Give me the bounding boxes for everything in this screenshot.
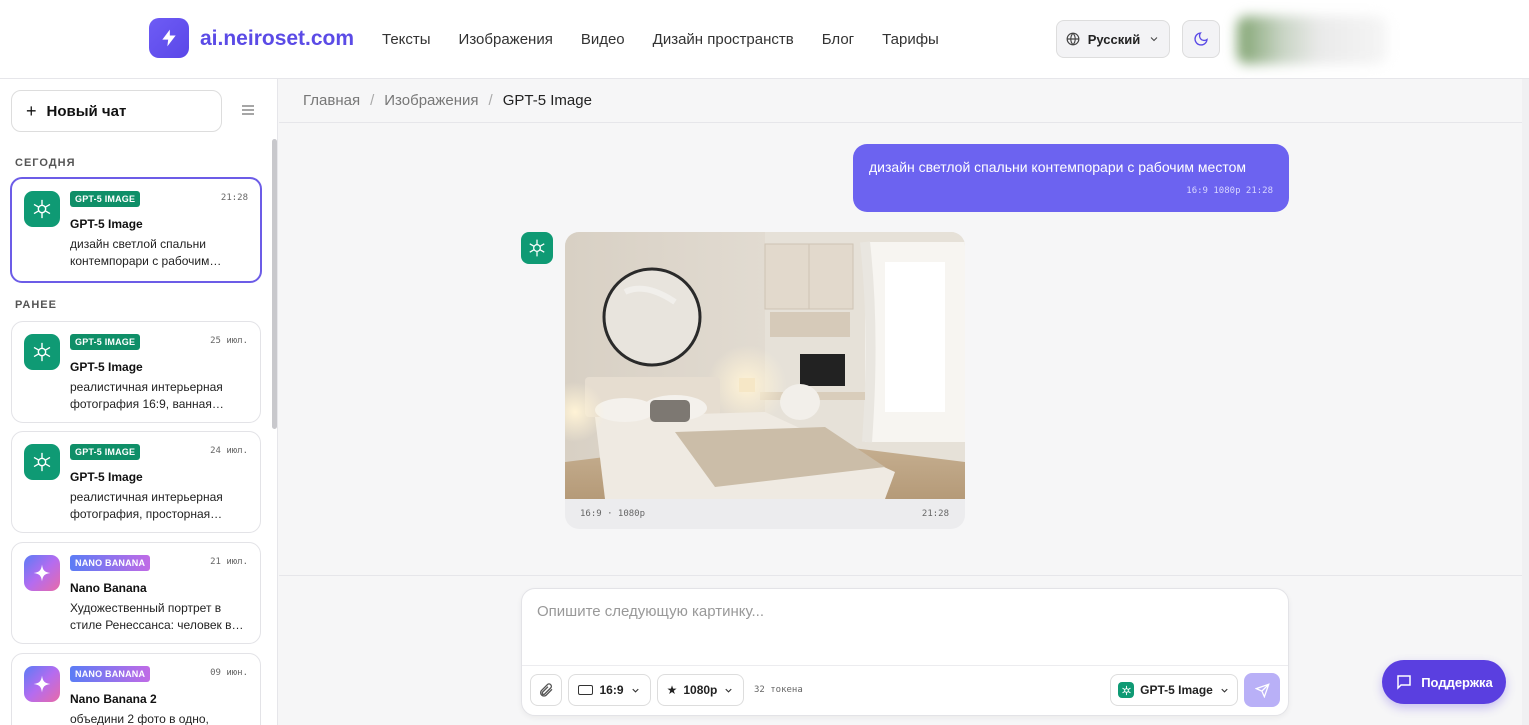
moon-icon: [1194, 32, 1208, 46]
user-message-text: дизайн светлой спальни контемпорари с ра…: [869, 159, 1247, 175]
nav-space-design[interactable]: Дизайн пространств: [653, 31, 794, 48]
breadcrumb: Главная / Изображения / GPT-5 Image: [279, 79, 1529, 123]
model-badge: NANO BANANA: [70, 666, 151, 682]
chat-time: 25 июл.: [210, 336, 248, 346]
generated-bedroom-image[interactable]: [565, 232, 965, 499]
nav-texts[interactable]: Тексты: [382, 31, 431, 48]
top-header: ai.neiroset.com Тексты Изображения Видео…: [0, 0, 1529, 79]
openai-icon: [24, 444, 60, 480]
composer-divider: [522, 665, 1288, 666]
send-button[interactable]: [1244, 673, 1280, 707]
chat-sidebar: + Новый чат СЕГОДНЯ GPT-5 IMAGE 21:28 GP…: [0, 79, 278, 725]
image-time: 21:28: [921, 509, 949, 519]
nav-images[interactable]: Изображения: [459, 31, 553, 48]
aspect-ratio-value: 16:9: [599, 683, 624, 697]
support-label: Поддержка: [1421, 674, 1493, 690]
support-button[interactable]: Поддержка: [1382, 660, 1506, 704]
chevron-down-icon: [1221, 688, 1228, 693]
attach-button[interactable]: [530, 674, 562, 706]
logo-bolt-icon[interactable]: [149, 18, 189, 58]
chevron-down-icon: [1150, 37, 1158, 42]
prompt-input[interactable]: [537, 603, 1267, 620]
main-nav: Тексты Изображения Видео Дизайн простран…: [382, 31, 939, 48]
breadcrumb-separator: /: [488, 92, 493, 109]
message-composer: 16:9 ★ 1080p 32 токена GPT-5 Image: [521, 588, 1289, 716]
new-chat-label: Новый чат: [46, 102, 127, 120]
logo-text[interactable]: ai.neiroset.com: [200, 27, 354, 51]
model-badge: GPT-5 IMAGE: [70, 334, 141, 350]
main-scrollbar[interactable]: [1522, 79, 1529, 725]
chat-item[interactable]: NANO BANANA 09 июн. Nano Banana 2 объеди…: [11, 653, 261, 725]
breadcrumb-home[interactable]: Главная: [303, 92, 360, 109]
nav-blog[interactable]: Блог: [822, 31, 854, 48]
nav-pricing[interactable]: Тарифы: [882, 31, 939, 48]
new-chat-button[interactable]: + Новый чат: [11, 90, 222, 132]
user-message-meta: 16:9 1080p 21:28: [1186, 186, 1273, 196]
chevron-down-icon: [725, 688, 733, 693]
model-select[interactable]: GPT-5 Image: [1110, 674, 1238, 706]
chat-model: GPT-5 Image: [70, 360, 143, 374]
chat-bubble-icon: [1397, 675, 1411, 690]
chat-item[interactable]: NANO BANANA 21 июл. Nano Banana Художест…: [11, 542, 261, 644]
globe-icon: [1066, 32, 1080, 46]
breadcrumb-section[interactable]: Изображения: [384, 92, 478, 109]
openai-icon: [24, 191, 60, 227]
plus-icon: +: [26, 100, 37, 121]
openai-icon: [1118, 682, 1135, 698]
star-icon: ★: [666, 683, 678, 697]
section-earlier-label: РАНЕЕ: [15, 299, 57, 311]
chat-preview: реалистичная интерьерная фотография 16:9…: [70, 380, 223, 411]
breadcrumb-current: GPT-5 Image: [502, 92, 592, 109]
send-icon: [1254, 682, 1270, 698]
chat-preview: объедини 2 фото в одно, сохранив детали: [70, 712, 209, 725]
token-count: 32 токена: [754, 685, 803, 695]
theme-toggle-button[interactable]: [1182, 20, 1220, 58]
chat-time: 09 июн.: [210, 668, 248, 678]
chat-preview: дизайн светлой спальни контемпорари с ра…: [70, 237, 210, 268]
model-badge: GPT-5 IMAGE: [70, 444, 141, 460]
sparkle-icon: [24, 555, 60, 591]
model-badge: NANO BANANA: [70, 555, 151, 571]
menu-icon[interactable]: [240, 103, 256, 117]
chat-time: 21 июл.: [210, 557, 248, 567]
chat-time: 24 июл.: [210, 446, 248, 456]
chat-model: Nano Banana 2: [70, 692, 157, 706]
sparkle-icon: [24, 666, 60, 702]
sidebar-scrollbar[interactable]: [272, 139, 277, 429]
user-profile-blurred[interactable]: [1237, 16, 1387, 64]
chat-model: GPT-5 Image: [70, 470, 143, 484]
section-today-label: СЕГОДНЯ: [15, 157, 76, 169]
aspect-ratio-select[interactable]: 16:9: [568, 674, 651, 706]
openai-icon: [521, 232, 553, 264]
chat-item[interactable]: GPT-5 IMAGE 24 июл. GPT-5 Image реалисти…: [11, 431, 261, 533]
chat-preview: Художественный портрет в стиле Ренессанс…: [70, 601, 232, 632]
chat-model: Nano Banana: [70, 581, 147, 595]
chat-item[interactable]: GPT-5 IMAGE 25 июл. GPT-5 Image реалисти…: [11, 321, 261, 423]
generated-image-card: 16:9 · 1080p 21:28: [565, 232, 965, 529]
quality-select[interactable]: ★ 1080p: [657, 674, 744, 706]
breadcrumb-separator: /: [370, 92, 375, 109]
model-value: GPT-5 Image: [1140, 683, 1213, 697]
image-meta: 16:9 · 1080p: [580, 509, 646, 519]
nav-video[interactable]: Видео: [581, 31, 625, 48]
chat-time: 21:28: [220, 193, 248, 203]
chat-preview: реалистичная интерьерная фотография, про…: [70, 490, 223, 521]
chat-item[interactable]: GPT-5 IMAGE 21:28 GPT-5 Image дизайн све…: [10, 177, 262, 283]
paperclip-icon: [540, 683, 553, 697]
quality-value: 1080p: [683, 683, 718, 697]
chat-model: GPT-5 Image: [70, 217, 143, 231]
user-message-bubble: дизайн светлой спальни контемпорари с ра…: [853, 144, 1289, 212]
chevron-down-icon: [631, 688, 639, 693]
rectangle-icon: [578, 685, 594, 695]
openai-icon: [24, 334, 60, 370]
model-badge: GPT-5 IMAGE: [70, 191, 141, 207]
language-label: Русский: [1087, 31, 1141, 47]
language-selector[interactable]: Русский: [1056, 20, 1170, 58]
